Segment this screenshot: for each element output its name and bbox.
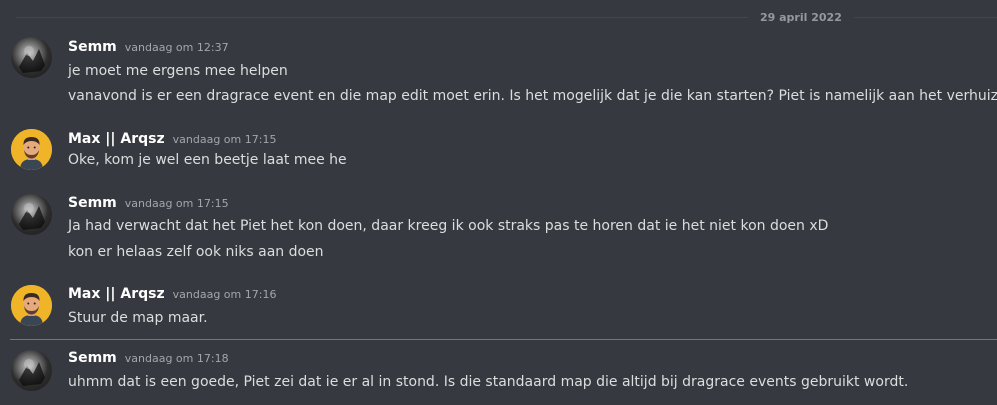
author-name[interactable]: Semm	[68, 39, 117, 55]
author-name[interactable]: Max || Arqsz	[68, 131, 165, 147]
message-text: uhmm dat is een goede, Piet zei dat ie e…	[68, 374, 909, 390]
message-timestamp: vandaag om 17:15	[124, 197, 229, 210]
message-timestamp: vandaag om 17:15	[172, 133, 277, 146]
message-text: kon er helaas zelf ook niks aan doen	[68, 244, 324, 260]
semm-avatar-icon[interactable]	[11, 194, 52, 235]
chat-messages: 29 april 2022 Semm vandaag om 12:37 je m…	[0, 0, 997, 405]
new-messages-divider	[10, 339, 997, 340]
author-name[interactable]: Max || Arqsz	[68, 286, 165, 302]
message-text: je moet me ergens mee helpen	[68, 63, 288, 79]
semm-avatar-icon[interactable]	[11, 37, 52, 78]
message-text: Oke, kom je wel een beetje laat mee he	[68, 152, 347, 168]
message-timestamp: vandaag om 12:37	[124, 41, 229, 54]
max-avatar-icon[interactable]	[11, 285, 52, 326]
author-name[interactable]: Semm	[68, 195, 117, 211]
message-text: vanavond is er een dragrace event en die…	[68, 88, 997, 104]
date-divider-label: 29 april 2022	[748, 11, 854, 25]
message-text: Ja had verwacht dat het Piet het kon doe…	[68, 218, 829, 234]
message-timestamp: vandaag om 17:18	[124, 352, 229, 365]
max-avatar-icon[interactable]	[11, 129, 52, 170]
message-text: Stuur de map maar.	[68, 310, 208, 326]
semm-avatar-icon[interactable]	[11, 350, 52, 391]
author-name[interactable]: Semm	[68, 350, 117, 366]
message-timestamp: vandaag om 17:16	[172, 288, 277, 301]
